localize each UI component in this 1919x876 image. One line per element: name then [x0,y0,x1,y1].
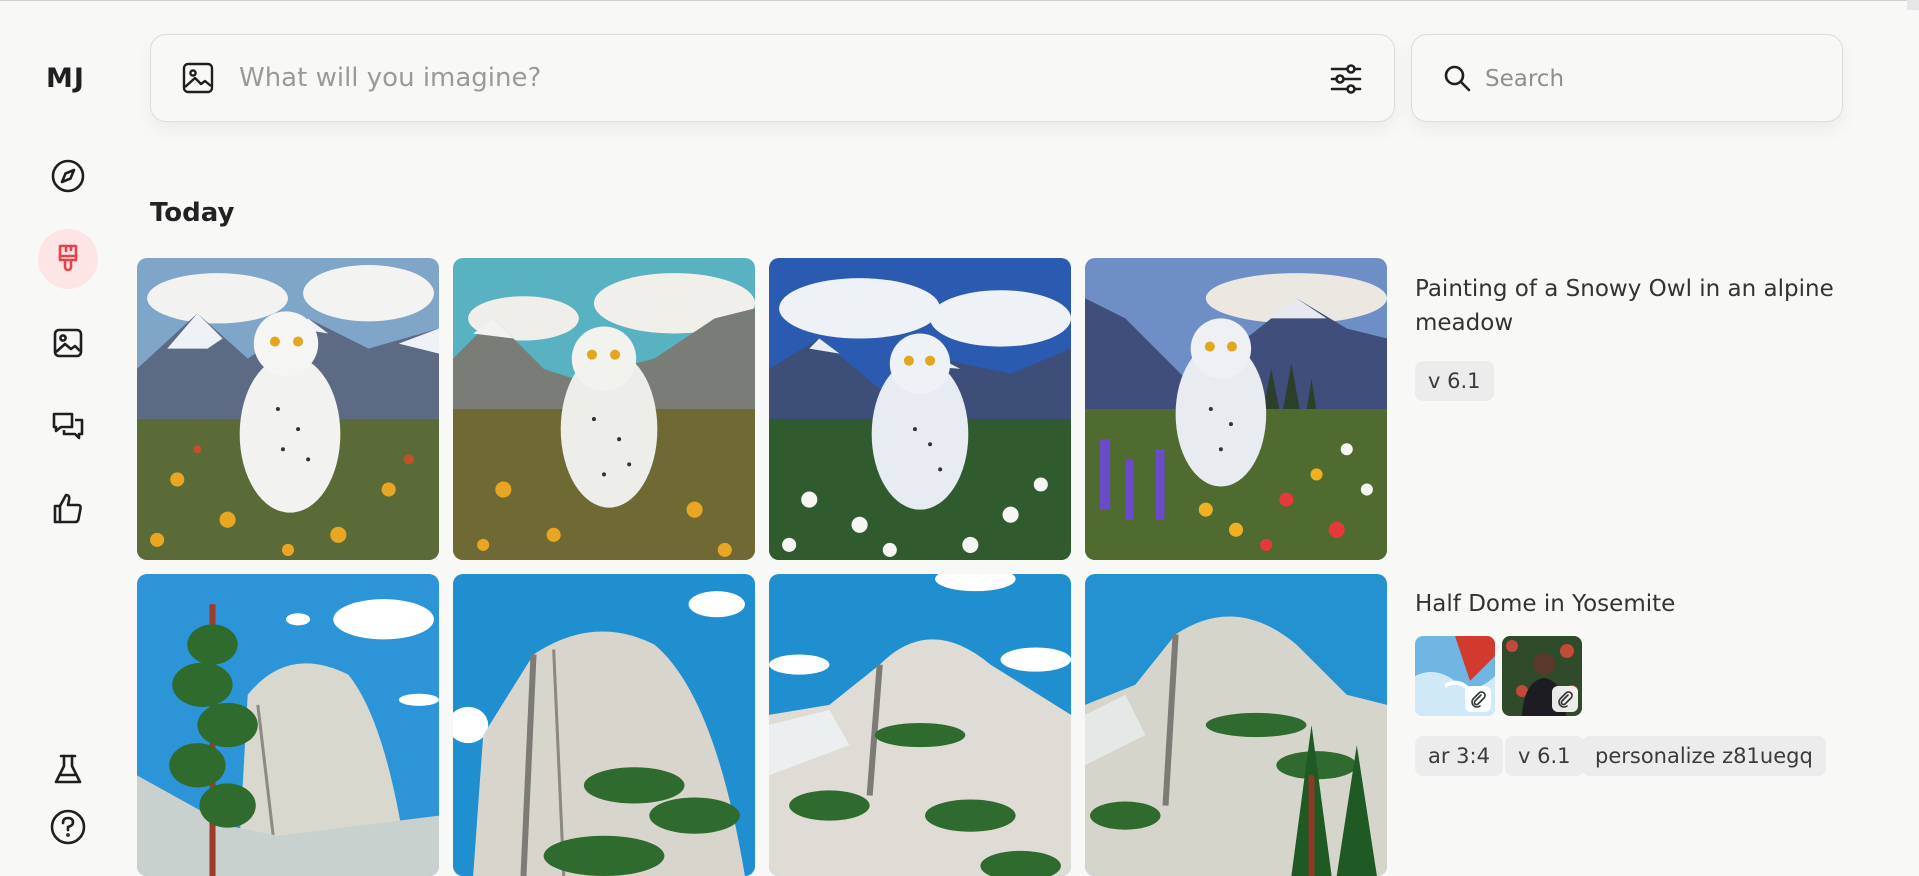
generated-image[interactable] [453,258,755,560]
generated-image[interactable] [1085,574,1387,876]
image-icon [53,328,83,358]
job-prompt[interactable]: Half Dome in Yosemite [1415,587,1835,621]
section-title: Today [150,198,235,228]
paperclip-icon [1558,691,1573,708]
generated-image[interactable] [137,258,439,560]
version-tag[interactable]: v 6.1 [1415,361,1494,401]
compass-icon [51,159,85,193]
sidebar-item-organize[interactable] [38,313,98,373]
flask-icon [54,754,82,784]
image-upload-icon[interactable] [181,61,215,95]
version-tag[interactable]: v 6.1 [1505,736,1584,776]
search-icon [1444,65,1471,92]
sidebar-item-rank[interactable] [38,479,98,539]
generated-image[interactable] [137,574,439,876]
sidebar-item-chat[interactable] [38,396,98,456]
sidebar-item-explore[interactable] [38,146,98,206]
scrollbar[interactable] [1907,0,1919,10]
aspect-ratio-tag[interactable]: ar 3:4 [1415,736,1503,776]
personalize-tag[interactable]: personalize z81uegq [1582,736,1826,776]
reference-image[interactable] [1502,636,1582,716]
generated-image[interactable] [769,258,1071,560]
job-prompt[interactable]: Painting of a Snowy Owl in an alpine mea… [1415,272,1835,340]
prompt-input[interactable]: What will you imagine? [239,63,541,93]
generated-image[interactable] [1085,258,1387,560]
chat-bubbles-icon [52,412,84,440]
thumbs-up-icon [53,493,82,524]
reference-image[interactable] [1415,636,1495,716]
search-bar[interactable]: Search [1411,34,1843,122]
logo[interactable]: MJ [46,63,85,94]
settings-sliders-icon[interactable] [1328,61,1364,97]
sidebar-item-help[interactable] [38,797,98,857]
attachment-badge [1552,686,1578,712]
prompt-bar[interactable]: What will you imagine? [150,34,1395,122]
sidebar-item-lab[interactable] [38,740,98,800]
generated-image[interactable] [769,574,1071,876]
generated-image[interactable] [453,574,755,876]
window-top-border [0,0,1919,1]
search-input[interactable]: Search [1485,66,1564,92]
attachment-badge [1465,686,1491,712]
paperclip-icon [1471,691,1486,708]
paintbrush-icon [58,244,78,272]
help-circle-icon [50,809,86,845]
sidebar-item-create[interactable] [38,229,98,289]
